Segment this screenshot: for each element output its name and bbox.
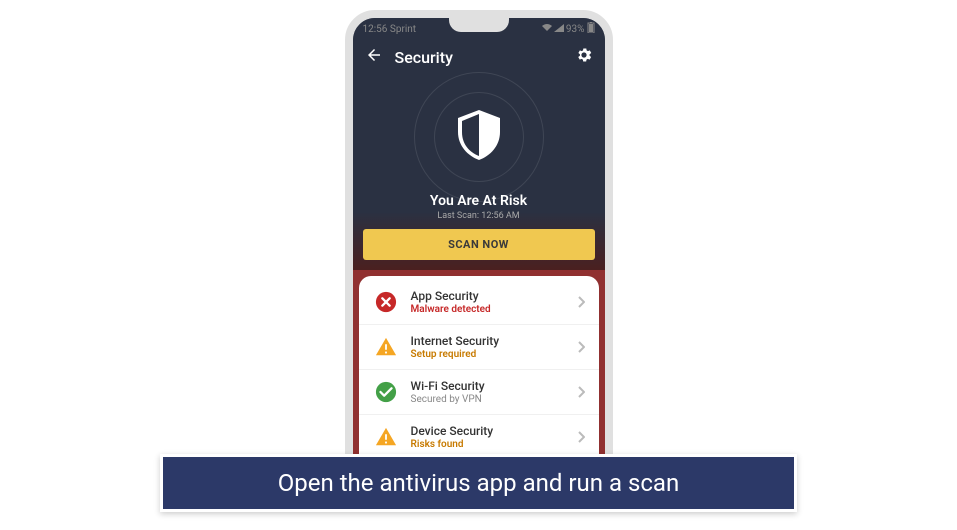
warning-icon <box>373 334 399 360</box>
back-icon[interactable] <box>365 46 383 68</box>
item-title: Wi-Fi Security <box>411 379 577 393</box>
app-header: Security <box>353 38 605 76</box>
instruction-caption: Open the antivirus app and run a scan <box>160 454 797 512</box>
item-subtitle: Risks found <box>411 439 577 450</box>
last-scan-label: Last Scan: 12:56 AM <box>363 211 595 221</box>
signal-icon <box>554 24 564 35</box>
item-subtitle: Malware detected <box>411 304 577 315</box>
shield-area <box>363 84 595 189</box>
list-item-internet-security[interactable]: Internet Security Setup required <box>359 325 599 370</box>
status-time: 12:56 <box>363 24 388 35</box>
status-right: 93% <box>542 22 595 36</box>
status-carrier: Sprint <box>390 24 416 35</box>
list-item-app-security[interactable]: App Security Malware detected <box>359 280 599 325</box>
battery-icon <box>587 22 595 36</box>
shield-icon <box>458 110 500 164</box>
chevron-right-icon <box>577 293 585 312</box>
check-icon <box>373 379 399 405</box>
item-title: App Security <box>411 289 577 303</box>
hero-section: You Are At Risk Last Scan: 12:56 AM SCAN… <box>353 76 605 270</box>
item-subtitle: Secured by VPN <box>411 394 577 405</box>
page-title: Security <box>395 48 453 67</box>
gear-icon[interactable] <box>575 46 593 68</box>
chevron-right-icon <box>577 428 585 447</box>
item-title: Internet Security <box>411 334 577 348</box>
error-icon <box>373 289 399 315</box>
scan-now-button[interactable]: SCAN NOW <box>363 229 595 260</box>
battery-percent: 93% <box>566 24 585 35</box>
phone-frame: 12:56 Sprint 93% Security <box>345 10 613 510</box>
chevron-right-icon <box>577 383 585 402</box>
chevron-right-icon <box>577 338 585 357</box>
wifi-icon <box>542 24 552 35</box>
phone-notch <box>449 18 509 32</box>
item-subtitle: Setup required <box>411 349 577 360</box>
status-left: 12:56 Sprint <box>363 24 417 35</box>
item-title: Device Security <box>411 424 577 438</box>
list-item-wifi-security[interactable]: Wi-Fi Security Secured by VPN <box>359 370 599 415</box>
warning-icon <box>373 424 399 450</box>
